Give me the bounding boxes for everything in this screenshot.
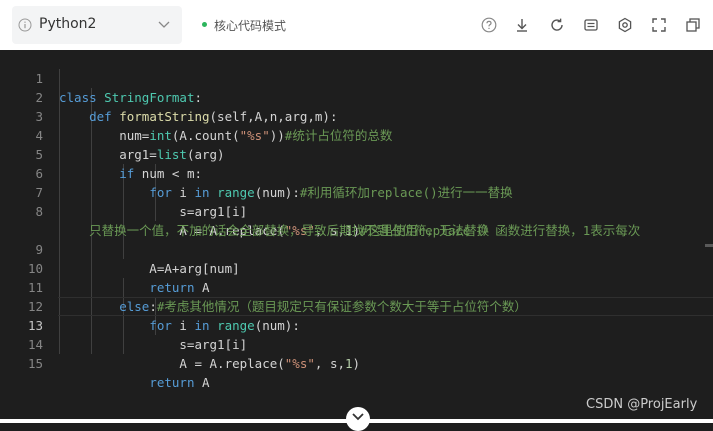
- code-line: 15 return A: [0, 335, 713, 390]
- line-number: 8: [35, 204, 43, 219]
- code-line: 12 for i in range(num):: [0, 278, 713, 333]
- gear-icon: [618, 17, 632, 33]
- code-line: 1 class StringFormat:: [0, 50, 713, 105]
- code-line: 10 return A: [0, 240, 713, 295]
- editor-toolbar: Python2 核心代码模式: [0, 0, 713, 50]
- vertical-scrollbar[interactable]: [705, 244, 713, 247]
- language-label: Python2: [39, 16, 97, 32]
- download-button[interactable]: [512, 15, 532, 35]
- download-icon: [517, 19, 527, 32]
- watermark: CSDN @ProjEarly: [586, 397, 698, 412]
- language-select[interactable]: Python2: [12, 6, 182, 44]
- help-button[interactable]: [479, 15, 499, 35]
- reset-button[interactable]: [547, 15, 567, 35]
- help-icon: [481, 17, 497, 33]
- info-icon: [18, 18, 32, 32]
- code-text: return A: [149, 375, 210, 390]
- keyboard-icon: [584, 19, 598, 31]
- code-line: 6 for i in range(num):#利用循环加replace()进行一…: [0, 145, 713, 200]
- fullscreen-icon: [652, 18, 666, 32]
- code-text: A = A.replace("%s", s,1): [59, 356, 361, 371]
- chevron-down-icon: [158, 21, 170, 28]
- code-line: 4 arg1=list(arg): [0, 107, 713, 162]
- chevron-down-icon: [352, 413, 364, 421]
- expand-button[interactable]: [346, 407, 370, 431]
- settings-button[interactable]: [615, 15, 635, 35]
- mode-label: 核心代码模式: [214, 19, 287, 33]
- code-line: 11 else:#考虑其他情况（题目规定只有保证参数个数大于等于占位符个数）: [0, 259, 713, 314]
- line-number: 15: [27, 356, 43, 371]
- code-editor[interactable]: 1 class StringFormat: 2 def formatString…: [0, 50, 713, 419]
- copy-icon: [686, 18, 700, 32]
- shortcuts-button[interactable]: [581, 15, 601, 35]
- code-line-active: 13 s=arg1[i]: [0, 297, 713, 352]
- code-line: 3 num=int(A.count("%s"))#统计占位符的总数: [0, 88, 713, 143]
- copy-button[interactable]: [683, 15, 703, 35]
- code-line: 8 A = A.replace("%s", s,1)#这里使用replace（）…: [0, 183, 713, 238]
- code-line: 7 s=arg1[i]: [0, 164, 713, 219]
- refresh-icon: [551, 18, 563, 31]
- code-line: 14 A = A.replace("%s", s,1): [0, 316, 713, 371]
- fullscreen-button[interactable]: [649, 15, 669, 35]
- code-line: 5 if num < m:: [0, 126, 713, 181]
- wrapped-comment-line: 只替换一个值，不加的话会全部替换，导致后期找不到占位符，无法替换: [59, 202, 489, 238]
- mode-status-dot: [202, 22, 207, 27]
- code-line: 2 def formatString(self,A,n,arg,m):: [0, 69, 713, 124]
- code-line: 9 A=A+arg[num]: [0, 221, 713, 276]
